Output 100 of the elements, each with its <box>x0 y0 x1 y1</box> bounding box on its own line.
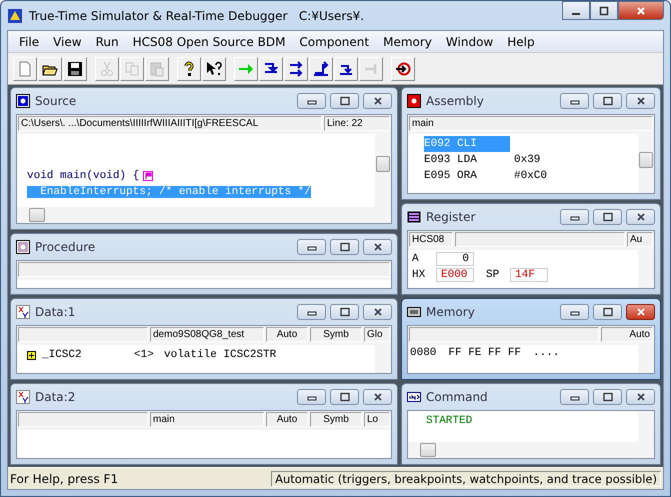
close-button[interactable] <box>626 209 655 225</box>
menu-item[interactable]: Memory <box>376 34 439 48</box>
step-out-button[interactable] <box>309 56 333 80</box>
start-button[interactable] <box>234 56 258 80</box>
register-value[interactable]: 0 <box>436 252 474 266</box>
register-name: HX <box>412 269 426 281</box>
reset-button[interactable] <box>391 56 415 80</box>
minimize-button[interactable] <box>560 209 589 225</box>
close-button[interactable] <box>626 389 655 405</box>
save-icon <box>67 60 83 76</box>
window-title: Data:2 <box>35 390 76 404</box>
data-window-icon <box>16 305 30 319</box>
minimize-button[interactable] <box>297 389 326 405</box>
menu-item[interactable]: Window <box>438 34 500 48</box>
context-help-icon <box>206 60 222 76</box>
maximize-button[interactable] <box>593 209 622 225</box>
maximize-button[interactable] <box>593 93 622 109</box>
line-number-field: Line: 22 <box>324 116 390 131</box>
close-button[interactable] <box>363 304 392 320</box>
menu-item[interactable]: HCS08 Open Source BDM <box>126 34 292 48</box>
maximize-button[interactable] <box>330 304 359 320</box>
minimize-button[interactable] <box>297 93 326 109</box>
file-path-field: C:\Users\. ...\Documents\IIIIIrfWIIIAIIITI[g\FREESCAL <box>18 116 322 131</box>
code-line: void main(void) { <box>27 170 140 182</box>
memory-address: 0080 <box>410 347 436 359</box>
menu-item[interactable]: Help <box>500 34 542 48</box>
visibility-field: Lo <box>364 412 390 427</box>
register-window-icon <box>407 210 421 224</box>
context-help-button[interactable] <box>202 56 226 80</box>
vertical-scrollbar[interactable] <box>638 411 654 442</box>
register-name: SP <box>486 269 500 281</box>
menu-item[interactable]: Component <box>292 34 376 48</box>
scope-field: demo9S08QG8_test <box>150 327 264 342</box>
close-button[interactable] <box>363 389 392 405</box>
step-out-icon <box>313 60 329 76</box>
close-button[interactable] <box>626 304 655 320</box>
maximize-button[interactable] <box>593 389 622 405</box>
vertical-scrollbar[interactable] <box>638 134 654 193</box>
vertical-scrollbar[interactable] <box>638 345 654 373</box>
variable-size: <1> <box>134 349 155 361</box>
window-title: Register <box>426 210 476 224</box>
menu-item[interactable]: Run <box>88 34 126 48</box>
window-title: Assembly <box>426 94 484 108</box>
paste-icon <box>149 60 165 76</box>
marker-flag-icon <box>143 171 154 181</box>
open-button[interactable] <box>38 56 62 80</box>
maximize-button[interactable] <box>593 304 622 320</box>
menu-item[interactable]: File <box>12 34 46 48</box>
close-icon <box>636 96 646 106</box>
minimize-button[interactable] <box>297 239 326 255</box>
step-button[interactable] <box>259 56 283 80</box>
asm-step-button[interactable] <box>334 56 358 80</box>
maximize-button[interactable] <box>330 239 359 255</box>
save-button[interactable] <box>63 56 87 80</box>
format-field: Auto <box>266 327 308 342</box>
horizontal-scrollbar[interactable] <box>408 442 654 458</box>
minimize-button[interactable] <box>560 389 589 405</box>
vertical-scrollbar[interactable] <box>375 134 391 207</box>
assembly-operand: 0x39 <box>514 153 540 168</box>
cut-icon <box>99 60 115 76</box>
minimize-button[interactable] <box>560 304 589 320</box>
help-button[interactable] <box>177 56 201 80</box>
data-window-icon <box>16 390 30 404</box>
restore-icon <box>602 392 612 402</box>
assembly-window-icon <box>407 94 421 108</box>
close-icon <box>372 307 382 317</box>
horizontal-scrollbar[interactable] <box>17 207 391 223</box>
step-over-button[interactable] <box>284 56 308 80</box>
restore-icon <box>340 242 350 252</box>
close-button[interactable] <box>363 239 392 255</box>
menu-item[interactable]: View <box>46 34 89 48</box>
minimize-button[interactable] <box>297 304 326 320</box>
close-button[interactable] <box>626 93 655 109</box>
close-button[interactable] <box>363 93 392 109</box>
restore-icon <box>602 307 612 317</box>
window-title: Memory <box>426 305 475 319</box>
maximize-icon <box>599 6 609 16</box>
function-field: main <box>409 116 653 131</box>
window-title: Source <box>35 94 76 108</box>
maximize-button[interactable] <box>330 93 359 109</box>
reset-icon <box>395 60 411 76</box>
close-button[interactable] <box>618 1 664 20</box>
cpu-field: HCS08 <box>409 232 453 247</box>
maximize-button[interactable] <box>330 389 359 405</box>
vertical-scrollbar[interactable] <box>638 250 654 288</box>
close-icon <box>636 307 646 317</box>
scope-field: main <box>150 412 264 427</box>
close-icon <box>372 392 382 402</box>
register-value[interactable]: E000 <box>436 268 474 282</box>
memory-chip-icon <box>407 305 421 319</box>
mode-field: Symb <box>310 412 362 427</box>
command-prompt-icon <box>407 390 421 404</box>
expand-icon[interactable] <box>27 350 36 360</box>
vertical-scrollbar[interactable] <box>375 345 391 373</box>
register-value[interactable]: 14F <box>510 268 548 282</box>
minimize-button[interactable] <box>562 1 590 20</box>
minimize-button[interactable] <box>560 93 589 109</box>
window-title: Data:1 <box>35 305 76 319</box>
maximize-button[interactable] <box>590 1 618 20</box>
assembly-instruction: E095 ORA <box>424 169 478 184</box>
